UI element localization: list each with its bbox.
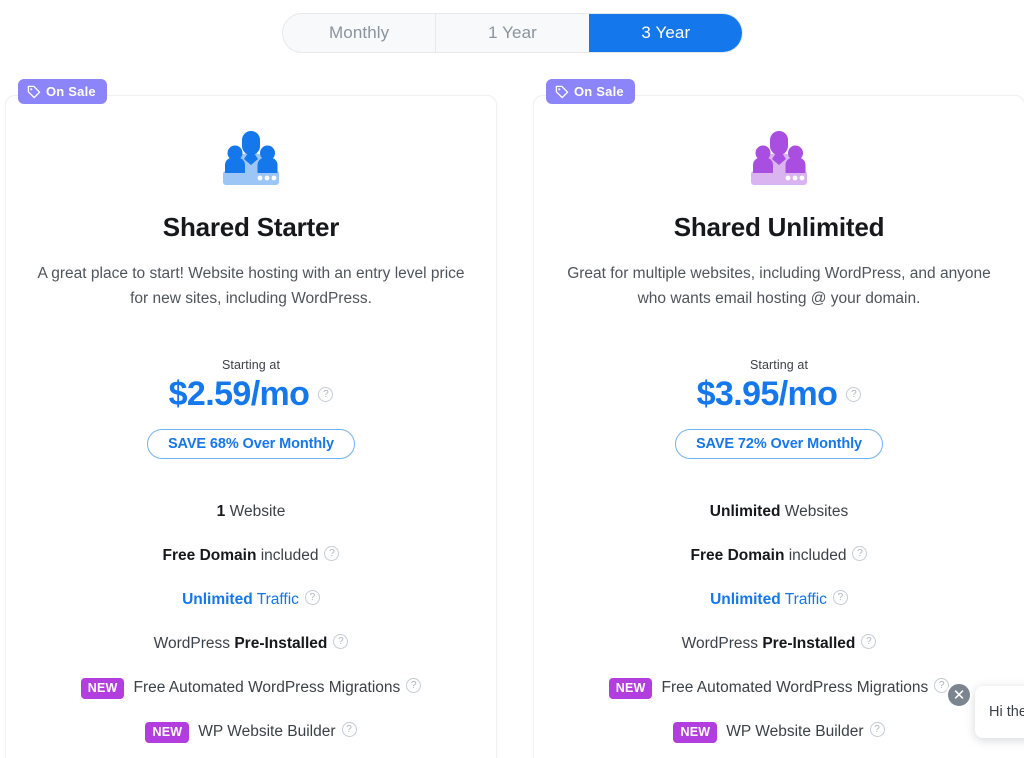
term-option-3-year[interactable]: 3 Year [588,14,742,52]
price-amount: $2.59/mo [168,375,310,413]
term-option-1-year[interactable]: 1 Year [435,14,589,52]
feature-help-icon[interactable]: ? [341,721,357,737]
save-pill-row: SAVE 72% Over Monthly [534,414,1024,460]
save-over-monthly-button[interactable]: SAVE 72% Over Monthly [674,429,884,460]
feature-item: 1 Website [6,501,496,523]
feature-item: Free Domain included? [534,545,1024,567]
term-option-label: Monthly [329,23,390,42]
price-help-icon[interactable]: ? [846,387,862,403]
chat-greeting-bubble[interactable]: Hi the [975,686,1024,738]
feature-label: WordPress Pre-Installed [681,635,856,653]
feature-label: Free Automated WordPress Migrations [661,679,929,697]
plan-description: Great for multiple websites, including W… [567,265,991,307]
tag-icon [555,85,569,99]
feature-item: WordPress Pre-Installed? [534,633,1024,655]
feature-label: Unlimited Traffic [182,591,299,609]
plan-card: Shared Unlimited Great for multiple websi… [533,95,1024,758]
feature-item: Unlimited Traffic? [6,589,496,611]
price-row: $2.59/mo? [6,375,496,414]
feature-label: WordPress Pre-Installed [153,635,328,653]
term-option-monthly[interactable]: Monthly [283,14,436,52]
plan-card-body: Shared Unlimited Great for multiple websi… [534,96,1024,743]
save-pill-row: SAVE 68% Over Monthly [6,414,496,460]
feature-list: 1 Website Free Domain included? Unlimited … [6,501,496,743]
plan-card-body: Shared Starter A great place to start! We… [6,96,496,743]
starting-at-label: Starting at [749,358,809,372]
feature-label: Unlimited Websites [709,503,849,521]
plan-card: Shared Starter A great place to start! We… [5,95,497,758]
term-option-label: 3 Year [641,23,691,42]
on-sale-label: On Sale [46,84,96,99]
new-badge: NEW [673,721,718,743]
feature-item: WordPress Pre-Installed? [6,633,496,655]
price-help-icon[interactable]: ? [318,387,334,403]
feature-label: WP Website Builder [198,723,336,741]
feature-item: NEW WP Website Builder? [534,721,1024,743]
feature-item: Unlimited Traffic? [534,589,1024,611]
starting-at-label: Starting at [221,358,281,372]
family-people-icon [534,124,1024,192]
feature-item: NEW Free Automated WordPress Migrations? [6,677,496,699]
price-row: $3.95/mo? [534,375,1024,414]
feature-help-icon[interactable]: ? [406,677,422,693]
feature-label: Unlimited Traffic [710,591,827,609]
feature-help-icon[interactable]: ? [304,589,320,605]
feature-help-icon[interactable]: ? [324,545,340,561]
feature-item: Unlimited Websites [534,501,1024,523]
pricing-page: Monthly 1 Year 3 Year On Sale Shared Starte… [0,0,1024,758]
on-sale-badge: On Sale [546,79,635,104]
plan-title: Shared Unlimited [673,212,885,242]
plan-description: A great place to start! Website hosting … [37,265,465,307]
billing-term-selector[interactable]: Monthly 1 Year 3 Year [282,13,743,53]
feature-label: Free Domain included [690,547,847,565]
feature-help-icon[interactable]: ? [869,721,885,737]
feature-label: 1 Website [216,503,286,521]
new-badge: NEW [608,677,653,699]
price-block: Starting at $3.95/mo? SAVE 72% Over Monthl… [534,358,1024,460]
feature-label: Free Domain included [162,547,319,565]
tag-icon [27,85,41,99]
on-sale-badge: On Sale [18,79,107,104]
feature-label: Free Automated WordPress Migrations [133,679,401,697]
price-block: Starting at $2.59/mo? SAVE 68% Over Monthl… [6,358,496,460]
feature-help-icon[interactable]: ? [861,633,877,649]
chat-greeting-text: Hi the [989,704,1024,720]
feature-item: NEW WP Website Builder? [6,721,496,743]
price-amount: $3.95/mo [696,375,838,413]
on-sale-label: On Sale [574,84,624,99]
feature-help-icon[interactable]: ? [852,545,868,561]
new-badge: NEW [145,721,190,743]
plan-title: Shared Starter [162,212,340,242]
family-people-icon [6,124,496,192]
feature-label: WP Website Builder [726,723,864,741]
new-badge: NEW [80,677,125,699]
feature-item: Free Domain included? [6,545,496,567]
chat-close-icon[interactable]: ✕ [946,682,972,708]
feature-help-icon[interactable]: ? [333,633,349,649]
feature-help-icon[interactable]: ? [832,589,848,605]
term-option-label: 1 Year [488,23,537,42]
feature-list: Unlimited Websites Free Domain included? U… [534,501,1024,743]
save-over-monthly-button[interactable]: SAVE 68% Over Monthly [146,429,356,460]
